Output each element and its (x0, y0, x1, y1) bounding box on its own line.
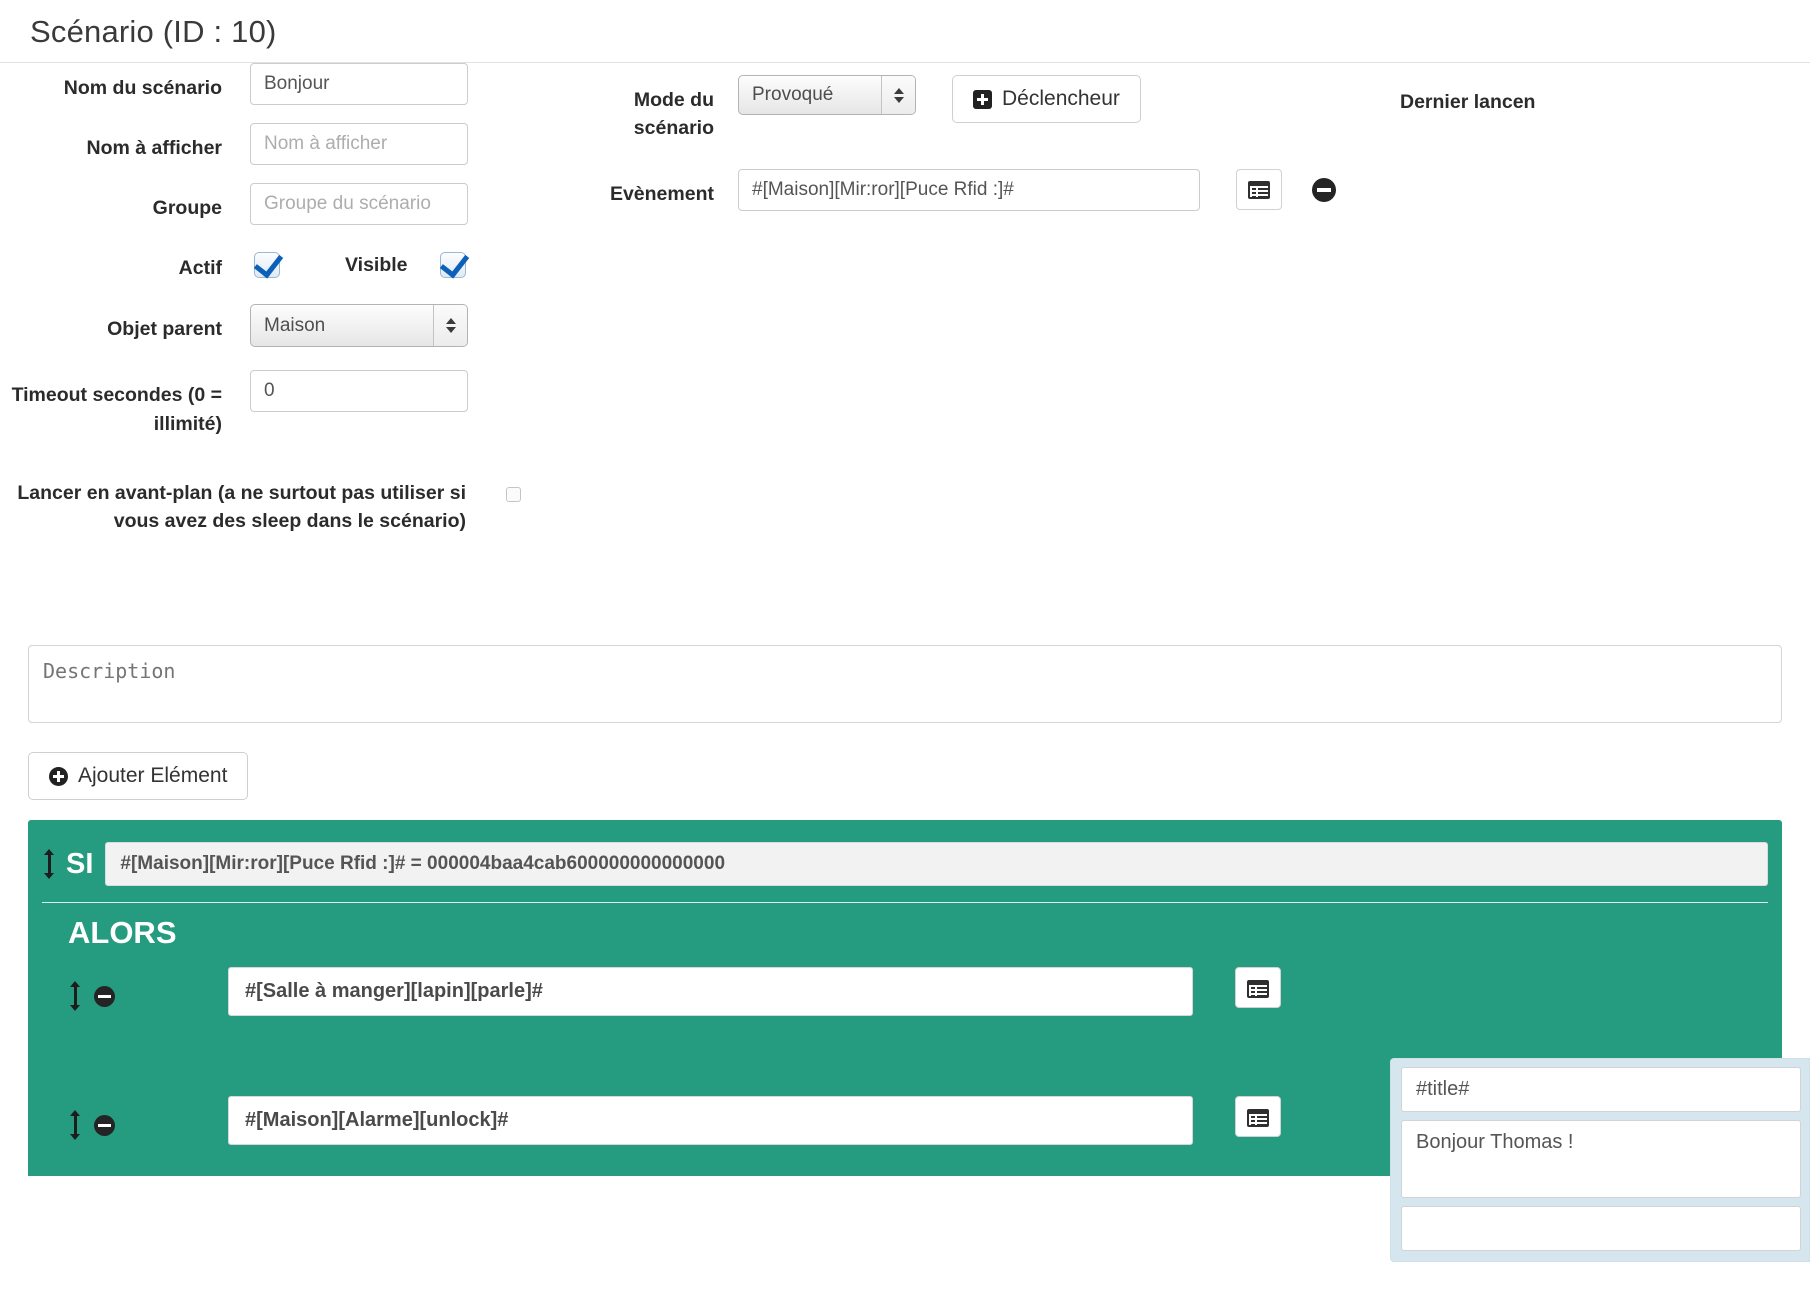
last-launch-label: Dernier lancen (1400, 91, 1536, 113)
drag-vertical-icon[interactable] (42, 849, 56, 879)
list-alt-icon (1247, 979, 1269, 998)
field-row-mode: Mode du scénario Provoqué Déclencheur (560, 75, 1390, 143)
drag-vertical-icon[interactable] (68, 1110, 82, 1140)
field-row-parent-object: Objet parent Maison (0, 304, 560, 352)
add-element-wrap: Ajouter Elément (0, 752, 1810, 800)
action-list-button[interactable] (1235, 1096, 1281, 1137)
visible-label: Visible (345, 253, 408, 276)
mode-label: Mode du scénario (633, 89, 714, 140)
chevron-down-icon (893, 96, 904, 103)
action-handles (68, 967, 228, 1011)
page-title: Scénario (ID : 10) (30, 14, 277, 49)
visible-checkbox[interactable] (439, 252, 466, 278)
plus-circle-icon (49, 766, 68, 786)
param-title-input[interactable] (1401, 1067, 1801, 1112)
then-keyword: ALORS (68, 915, 177, 950)
group-label: Groupe (152, 197, 222, 219)
field-row-timeout: Timeout secondes (0 = illimité) (0, 370, 560, 438)
scenario-name-label: Nom du scénario (63, 77, 222, 99)
display-name-label: Nom à afficher (86, 137, 222, 159)
action-handles (68, 1096, 228, 1140)
field-row-display-name: Nom à afficher (0, 123, 560, 165)
chevron-down-icon (445, 327, 456, 334)
add-element-button[interactable]: Ajouter Elément (28, 752, 249, 800)
action-list-button[interactable] (1235, 967, 1281, 1008)
form-column-right: Dernier lancen (1400, 63, 1810, 114)
description-textarea[interactable] (28, 645, 1782, 723)
plus-square-icon (973, 89, 992, 109)
param-extra-input[interactable] (1401, 1206, 1801, 1251)
event-remove-button[interactable] (1312, 177, 1336, 202)
list-alt-icon (1247, 1108, 1269, 1127)
field-row-event: Evènement (560, 168, 1390, 211)
event-list-button[interactable] (1236, 169, 1282, 211)
active-checkbox[interactable] (254, 252, 280, 278)
description-wrap (0, 645, 1810, 728)
mode-select[interactable]: Provoqué (738, 75, 916, 115)
trigger-button-label: Déclencheur (1002, 87, 1120, 110)
field-row-group: Groupe (0, 183, 560, 225)
foreground-label: Lancer en avant-plan (a ne surtout pas u… (17, 481, 466, 533)
if-keyword: SI (66, 847, 94, 880)
chevron-up-icon (893, 87, 904, 94)
action-row (28, 957, 1782, 1016)
timeout-label: Timeout secondes (0 = illimité) (11, 384, 222, 435)
parent-object-stepper[interactable] (433, 305, 467, 347)
field-row-scenario-name: Nom du scénario (0, 63, 560, 105)
if-row: SI (28, 834, 1782, 896)
list-alt-icon (1248, 180, 1270, 199)
action-remove-button[interactable] (94, 985, 115, 1007)
field-row-active-visible: Actif Visible (0, 243, 560, 282)
param-message-textarea[interactable] (1401, 1120, 1801, 1198)
event-label: Evènement (609, 182, 714, 205)
if-condition-input[interactable] (105, 842, 1768, 886)
mode-stepper[interactable] (881, 76, 915, 114)
chevron-up-icon (445, 318, 456, 325)
scenario-form: Nom du scénario Nom à afficher Groupe Ac… (0, 63, 1810, 623)
scenario-name-input[interactable] (250, 63, 468, 105)
form-column-left: Nom du scénario Nom à afficher Groupe Ac… (0, 63, 560, 553)
if-then-divider (42, 902, 1768, 903)
active-label: Actif (178, 257, 222, 279)
drag-vertical-icon[interactable] (68, 981, 82, 1011)
parent-object-select[interactable]: Maison (250, 304, 468, 348)
action-remove-button[interactable] (94, 1114, 115, 1136)
timeout-input[interactable] (250, 370, 468, 413)
add-element-label: Ajouter Elément (78, 764, 228, 787)
parent-object-label: Objet parent (107, 318, 222, 341)
group-input[interactable] (250, 183, 468, 225)
display-name-input[interactable] (250, 123, 468, 165)
event-input[interactable] (738, 168, 1200, 211)
action-input[interactable] (228, 967, 1193, 1016)
field-row-foreground: Lancer en avant-plan (a ne surtout pas u… (0, 468, 560, 536)
trigger-button[interactable]: Déclencheur (952, 75, 1141, 123)
foreground-checkbox[interactable] (506, 486, 521, 502)
action-params-panel (1390, 1058, 1810, 1262)
action-input[interactable] (228, 1096, 1193, 1145)
form-column-middle: Mode du scénario Provoqué Déclencheur Ev… (560, 63, 1390, 229)
